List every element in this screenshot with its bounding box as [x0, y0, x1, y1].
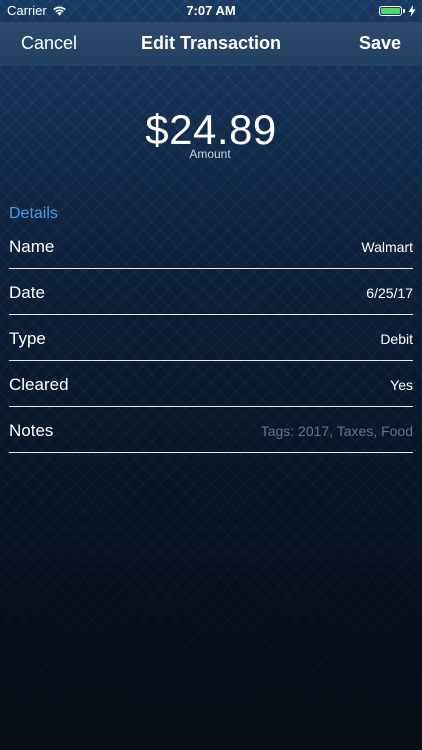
- status-time: 7:07 AM: [186, 3, 236, 18]
- details-section-header: Details: [9, 205, 58, 222]
- date-label: Date: [9, 283, 45, 302]
- save-button[interactable]: Save: [359, 33, 401, 54]
- type-label: Type: [9, 329, 46, 348]
- notes-input[interactable]: Tags: 2017, Taxes, Food: [261, 423, 413, 439]
- status-bar: Carrier 7:07 AM: [0, 0, 422, 22]
- date-row[interactable]: Date 6/25/17: [9, 270, 413, 315]
- status-right: [379, 5, 416, 17]
- cleared-row[interactable]: Cleared Yes: [9, 362, 413, 407]
- battery-tip: [403, 9, 405, 13]
- type-value: Debit: [380, 331, 413, 347]
- bolt-icon: [408, 5, 416, 17]
- notes-row[interactable]: Notes Tags: 2017, Taxes, Food: [9, 408, 413, 453]
- amount-label: Amount: [189, 147, 231, 161]
- details-list: Name Walmart Date 6/25/17 Type Debit Cle…: [9, 224, 413, 454]
- type-row[interactable]: Type Debit: [9, 316, 413, 361]
- notes-label: Notes: [9, 421, 54, 440]
- amount-display[interactable]: $24.89 Amount: [0, 107, 422, 162]
- date-value: 6/25/17: [366, 285, 413, 301]
- name-row[interactable]: Name Walmart: [9, 224, 413, 269]
- battery-icon: [379, 6, 402, 16]
- navigation-bar: Cancel Edit Transaction Save: [0, 22, 422, 66]
- cleared-label: Cleared: [9, 375, 69, 394]
- cleared-value: Yes: [390, 377, 413, 393]
- battery-level-fill: [381, 8, 400, 14]
- edit-transaction-screen: Carrier 7:07 AM Cancel Edit Transaction …: [0, 0, 422, 750]
- name-value: Walmart: [361, 239, 413, 255]
- name-label: Name: [9, 237, 55, 256]
